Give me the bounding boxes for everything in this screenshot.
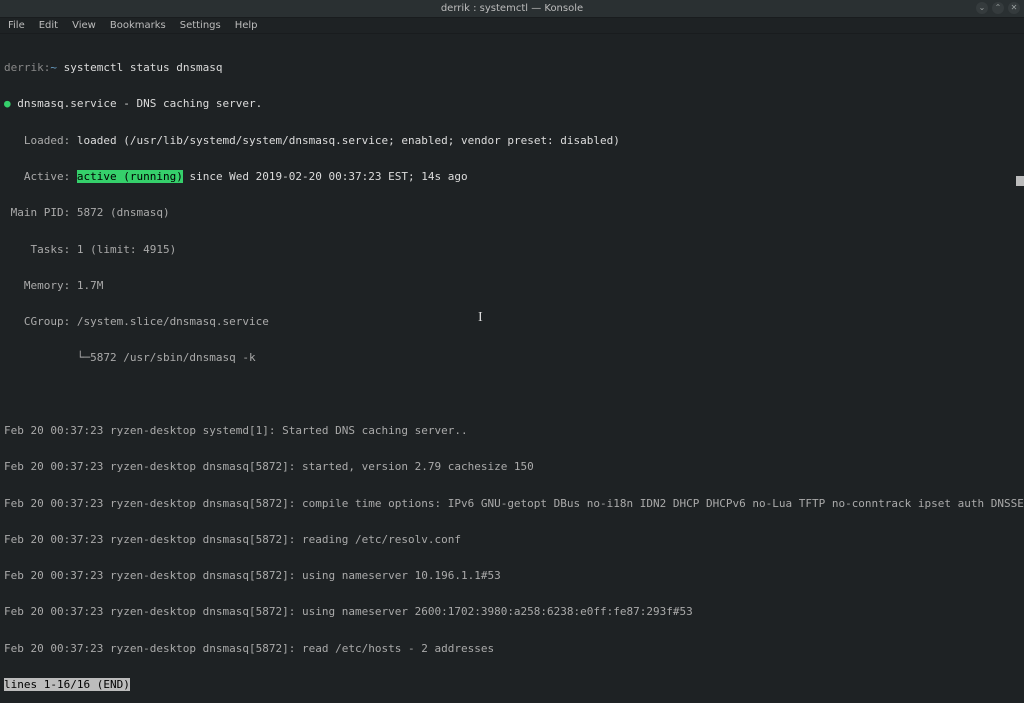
blank-line: [4, 389, 1020, 401]
loaded-line: Loaded: loaded (/usr/lib/systemd/system/…: [4, 135, 1020, 147]
active-line: Active: active (running) since Wed 2019-…: [4, 171, 1020, 183]
log-line: Feb 20 00:37:23 ryzen-desktop dnsmasq[58…: [4, 606, 1020, 618]
log-line: Feb 20 00:37:23 ryzen-desktop dnsmasq[58…: [4, 534, 1020, 546]
text-cursor-icon: I: [478, 310, 483, 325]
menu-bookmarks[interactable]: Bookmarks: [110, 20, 166, 31]
main-pid-line: Main PID: 5872 (dnsmasq): [4, 207, 1020, 219]
cgroup-child-line: └─5872 /usr/sbin/dnsmasq -k: [4, 352, 1020, 364]
cgroup-line: CGroup: /system.slice/dnsmasq.service: [4, 316, 1020, 328]
prompt-user-host: derrik:: [4, 61, 50, 74]
active-label: Active:: [4, 170, 77, 183]
window-controls: ⌄ ⌃ ✕: [976, 2, 1020, 14]
memory-line: Memory: 1.7M: [4, 280, 1020, 292]
window-title: derrik : systemctl — Konsole: [441, 3, 583, 14]
log-line: Feb 20 00:37:23 ryzen-desktop dnsmasq[58…: [4, 461, 1020, 473]
menu-help[interactable]: Help: [235, 20, 258, 31]
log-line: Feb 20 00:37:23 ryzen-desktop dnsmasq[58…: [4, 498, 1020, 510]
loaded-label: Loaded:: [4, 134, 77, 147]
scroll-indicator-icon: [1016, 176, 1024, 186]
prompt-symbol: [57, 61, 64, 74]
window-titlebar: derrik : systemctl — Konsole ⌄ ⌃ ✕: [0, 0, 1024, 18]
menu-settings[interactable]: Settings: [180, 20, 221, 31]
status-bullet-icon: ●: [4, 97, 17, 110]
menu-file[interactable]: File: [8, 20, 25, 31]
loaded-value: loaded (/usr/lib/systemd/system/dnsmasq.…: [77, 134, 620, 147]
minimize-button[interactable]: ⌄: [976, 2, 988, 14]
active-rest: since Wed 2019-02-20 00:37:23 EST; 14s a…: [183, 170, 468, 183]
tasks-line: Tasks: 1 (limit: 4915): [4, 244, 1020, 256]
pager-status: lines 1-16/16 (END): [4, 678, 130, 691]
entered-command: systemctl status dnsmasq: [64, 61, 223, 74]
close-button[interactable]: ✕: [1008, 2, 1020, 14]
menu-view[interactable]: View: [72, 20, 96, 31]
pager-status-line: lines 1-16/16 (END): [4, 679, 1020, 691]
prompt-path: ~: [50, 61, 57, 74]
terminal-viewport[interactable]: derrik:~ systemctl status dnsmasq ● dnsm…: [0, 34, 1024, 703]
log-line: Feb 20 00:37:23 ryzen-desktop dnsmasq[58…: [4, 643, 1020, 655]
menu-edit[interactable]: Edit: [39, 20, 58, 31]
menubar: File Edit View Bookmarks Settings Help: [0, 18, 1024, 34]
active-value: active (running): [77, 170, 183, 183]
log-line: Feb 20 00:37:23 ryzen-desktop systemd[1]…: [4, 425, 1020, 437]
service-header-line: ● dnsmasq.service - DNS caching server.: [4, 98, 1020, 110]
maximize-button[interactable]: ⌃: [992, 2, 1004, 14]
prompt-line: derrik:~ systemctl status dnsmasq: [4, 62, 1020, 74]
service-description: dnsmasq.service - DNS caching server.: [17, 97, 262, 110]
log-line: Feb 20 00:37:23 ryzen-desktop dnsmasq[58…: [4, 570, 1020, 582]
